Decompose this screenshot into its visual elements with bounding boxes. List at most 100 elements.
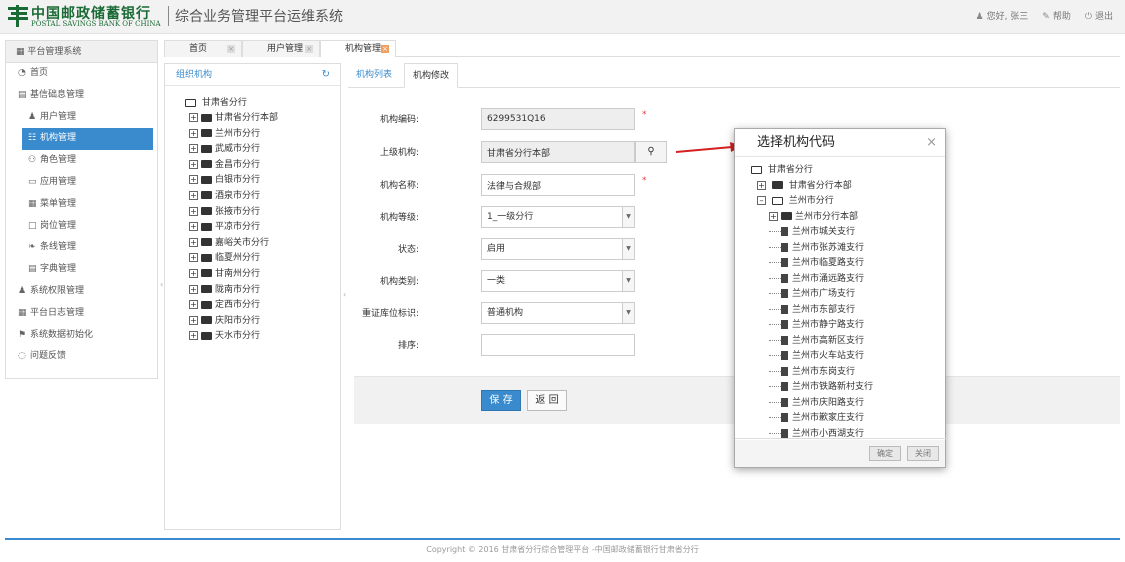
tree-node[interactable]: 兰州市东岗支行 xyxy=(751,365,873,381)
dialog-tree-area[interactable]: 甘肃省分行 + 甘肃省分行本部 – 兰州市分行 + 兰州市分行本部 兰州市城关支行兰… xyxy=(735,159,947,439)
tree-node[interactable]: 兰州市广场支行 xyxy=(751,287,873,303)
tree-node[interactable]: + 定西市分行 xyxy=(185,298,278,314)
expand-icon[interactable]: + xyxy=(189,128,198,138)
back-button[interactable]: 返 回 xyxy=(527,390,567,411)
tree-node[interactable]: + 白银市分行 xyxy=(185,173,278,189)
tree-root-node[interactable]: 甘肃省分行 xyxy=(751,163,873,179)
sidebar-item[interactable]: ⚇ 角色管理 xyxy=(6,150,157,172)
tree-node[interactable]: + 兰州市分行 xyxy=(185,127,278,143)
tree-node[interactable]: + 甘肃省分行本部 xyxy=(185,111,278,127)
tree-node[interactable]: + 张掖市分行 xyxy=(185,205,278,221)
save-button[interactable]: 保 存 xyxy=(481,390,521,411)
status-select[interactable]: 启用 ▼ xyxy=(481,238,635,260)
help-link[interactable]: ✎ 帮助 xyxy=(1042,9,1071,22)
tree-node[interactable]: 兰州市城关支行 xyxy=(751,225,873,241)
sidebar-item[interactable]: ▭ 应用管理 xyxy=(6,172,157,194)
tree-node-label: 甘肃省分行 xyxy=(767,165,813,175)
org-code-field[interactable] xyxy=(481,108,635,130)
expand-icon[interactable]: + xyxy=(189,331,198,341)
expand-icon[interactable]: + xyxy=(189,315,198,325)
sidebar-item[interactable]: ⚑ 系统数据初始化 xyxy=(6,325,157,347)
tree-node[interactable]: + 陇南市分行 xyxy=(185,283,278,299)
sidebar-item[interactable]: ♟ 系统权限管理 xyxy=(6,281,157,303)
expand-icon[interactable]: + xyxy=(189,206,198,216)
tree-node[interactable]: 兰州市涌远路支行 xyxy=(751,272,873,288)
parent-org-field[interactable] xyxy=(481,141,635,163)
org-panel-collapse-handle[interactable]: ‹ xyxy=(343,290,346,299)
tree-node[interactable]: 兰州市东部支行 xyxy=(751,303,873,319)
expand-icon[interactable]: + xyxy=(189,113,198,122)
close-icon[interactable]: × xyxy=(926,129,937,157)
sidebar-item[interactable]: □ 岗位管理 xyxy=(6,216,157,238)
sidebar-item[interactable]: ◌ 问题反馈 xyxy=(6,346,157,368)
tree-node[interactable]: 兰州市小西湖支行 xyxy=(751,427,873,438)
tree-node[interactable]: 兰州市铁路新村支行 xyxy=(751,380,873,396)
expand-icon[interactable]: + xyxy=(189,190,198,200)
sidebar-item[interactable]: ▤ 基信础息管理 xyxy=(6,85,157,107)
tree-node[interactable]: 兰州市高新区支行 xyxy=(751,334,873,350)
tree-node[interactable]: + 武威市分行 xyxy=(185,142,278,158)
org-name-field[interactable] xyxy=(481,174,635,196)
expand-icon[interactable]: + xyxy=(769,211,778,221)
close-button[interactable]: 关闭 xyxy=(907,446,939,461)
sidebar-item[interactable]: ❧ 条线管理 xyxy=(6,237,157,259)
org-level-select[interactable]: 1_一级分行 ▼ xyxy=(481,206,635,228)
tree-root-node[interactable]: 甘肃省分行 xyxy=(185,96,278,111)
close-icon[interactable]: × xyxy=(381,45,389,53)
vault-select[interactable]: 普通机构 ▼ xyxy=(481,302,635,324)
tree-node[interactable]: 兰州市静宁路支行 xyxy=(751,318,873,334)
expand-icon[interactable]: + xyxy=(189,253,198,263)
org-tree-children: + 甘肃省分行本部 + 兰州市分行 + 武威市分行 + 金昌市分行 + 白银市分行 + 酒泉市分行 + 张… xyxy=(185,111,278,345)
tab-home[interactable]: 首页 × xyxy=(164,40,242,57)
collapse-icon[interactable]: – xyxy=(757,196,766,205)
tree-node-label: 兰州市东岗支行 xyxy=(792,366,856,377)
tree-node[interactable]: + 甘肃省分行本部 xyxy=(751,179,873,195)
expand-icon[interactable]: + xyxy=(189,284,198,294)
tree-node[interactable]: + 兰州市分行本部 xyxy=(751,210,873,226)
tree-node[interactable]: 兰州市火车站支行 xyxy=(751,349,873,365)
sort-field[interactable] xyxy=(481,334,635,356)
close-icon[interactable]: × xyxy=(305,45,313,53)
org-code-row: 机构编码: * xyxy=(354,108,734,130)
tree-node[interactable]: + 临夏州分行 xyxy=(185,251,278,267)
org-category-select[interactable]: 一类 ▼ xyxy=(481,270,635,292)
sidebar-collapse-handle[interactable]: ‹ xyxy=(160,280,163,289)
sidebar-item[interactable]: ▦ 菜单管理 xyxy=(6,194,157,216)
parent-org-search-button[interactable]: ⚲ xyxy=(635,141,667,163)
logout-link[interactable]: ⏻ 退出 xyxy=(1085,9,1113,22)
tree-node[interactable]: 兰州市张苏滩支行 xyxy=(751,241,873,257)
user-greeting[interactable]: ♟ 您好, 张三 xyxy=(975,9,1028,22)
tree-node[interactable]: + 天水市分行 xyxy=(185,329,278,345)
expand-icon[interactable]: + xyxy=(189,175,198,185)
sidebar-item[interactable]: ♟ 用户管理 xyxy=(6,107,157,129)
tree-node[interactable]: + 酒泉市分行 xyxy=(185,189,278,205)
sidebar-item[interactable]: ▤ 字典管理 xyxy=(6,259,157,281)
close-icon[interactable]: × xyxy=(227,45,235,53)
expand-icon[interactable]: + xyxy=(189,237,198,247)
sidebar-item[interactable]: ▦ 平台日志管理 xyxy=(6,303,157,325)
tree-node[interactable]: + 嘉峪关市分行 xyxy=(185,236,278,252)
expand-icon[interactable]: + xyxy=(189,268,198,278)
tree-node[interactable]: 兰州市临夏路支行 xyxy=(751,256,873,272)
tree-node[interactable]: + 平凉市分行 xyxy=(185,220,278,236)
subtab-org-list[interactable]: 机构列表 xyxy=(348,63,400,88)
confirm-button[interactable]: 确定 xyxy=(869,446,901,461)
sidebar-item[interactable]: ☷ 机构管理 xyxy=(22,128,153,151)
subtab-org-edit[interactable]: 机构修改 xyxy=(404,63,459,88)
tree-node[interactable]: + 庆阳市分行 xyxy=(185,314,278,330)
tree-node[interactable]: 兰州市庆阳路支行 xyxy=(751,396,873,412)
dialog-title: 选择机构代码 xyxy=(757,135,836,150)
tab-org-management[interactable]: 机构管理 × xyxy=(320,40,396,57)
tree-node[interactable]: + 金昌市分行 xyxy=(185,158,278,174)
expand-icon[interactable]: + xyxy=(189,159,198,169)
tree-node[interactable]: + 甘南州分行 xyxy=(185,267,278,283)
sidebar-item[interactable]: ◔ 首页 xyxy=(6,63,157,85)
expand-icon[interactable]: + xyxy=(757,180,766,190)
refresh-icon[interactable]: ↻ xyxy=(322,64,330,86)
tree-node[interactable]: 兰州市歉家庄支行 xyxy=(751,411,873,427)
tree-node[interactable]: – 兰州市分行 xyxy=(751,194,873,210)
expand-icon[interactable]: + xyxy=(189,222,198,232)
tab-user-management[interactable]: 用户管理 × xyxy=(242,40,320,57)
expand-icon[interactable]: + xyxy=(189,144,198,154)
expand-icon[interactable]: + xyxy=(189,300,198,310)
